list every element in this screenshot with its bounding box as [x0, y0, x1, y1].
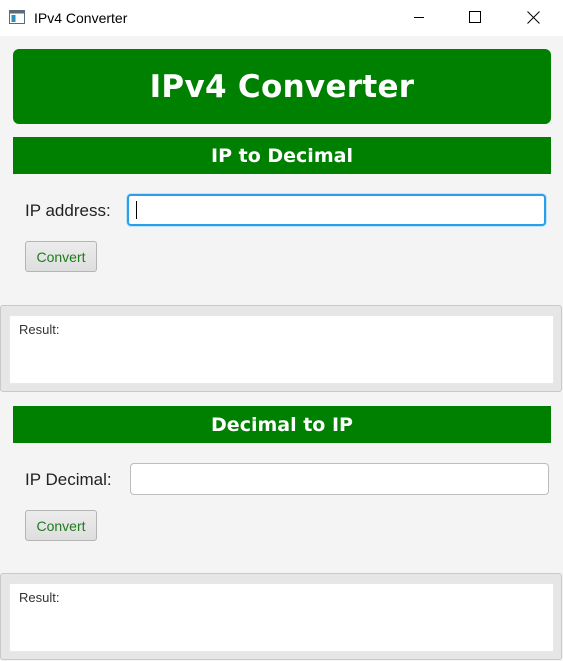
ip-to-decimal-result-panel: Result:: [0, 305, 562, 392]
convert-decimal-to-ip-button[interactable]: Convert: [25, 510, 97, 541]
minimize-button[interactable]: [396, 0, 442, 34]
text-caret: [136, 201, 137, 219]
close-button[interactable]: [510, 0, 556, 34]
ip-address-label: IP address:: [25, 201, 111, 220]
close-icon: [526, 10, 540, 24]
minimize-icon: [413, 11, 425, 23]
maximize-icon: [469, 11, 481, 23]
section-header-ip-to-decimal: IP to Decimal: [13, 137, 551, 174]
ip-to-decimal-result-area[interactable]: Result:: [9, 315, 554, 384]
maximize-button[interactable]: [452, 0, 498, 34]
decimal-to-ip-result-text: Result:: [19, 590, 60, 605]
ip-to-decimal-result-text: Result:: [19, 322, 60, 337]
ip-decimal-label: IP Decimal:: [25, 470, 112, 489]
convert-ip-to-decimal-button[interactable]: Convert: [25, 241, 97, 272]
ip-address-input[interactable]: [127, 194, 546, 226]
decimal-to-ip-result-panel: Result:: [0, 573, 562, 660]
section-header-decimal-to-ip: Decimal to IP: [13, 406, 551, 443]
decimal-to-ip-result-area[interactable]: Result:: [9, 583, 554, 652]
window-title: IPv4 Converter: [34, 10, 128, 26]
app-window-icon: [9, 10, 25, 24]
window-titlebar[interactable]: IPv4 Converter: [0, 0, 563, 36]
app-header-title: IPv4 Converter: [13, 49, 551, 124]
ip-decimal-input[interactable]: [130, 463, 549, 495]
